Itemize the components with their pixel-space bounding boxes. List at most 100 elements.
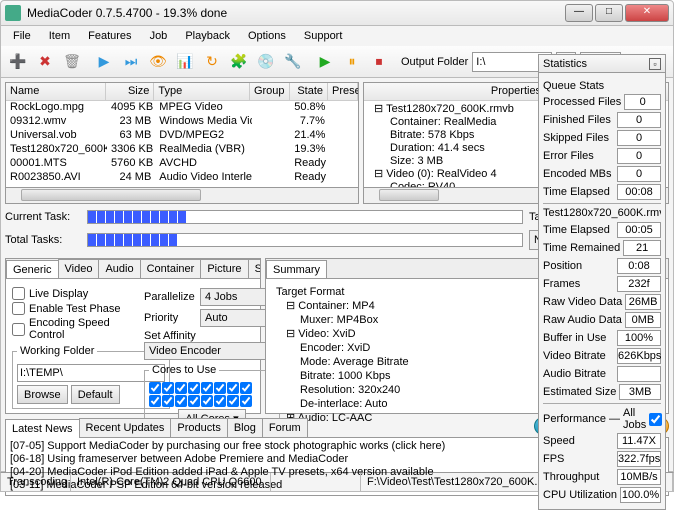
- rad-value: 0MB: [625, 312, 661, 328]
- refresh-icon[interactable]: ↻: [199, 49, 225, 75]
- core-checkbox[interactable]: [188, 382, 200, 394]
- skip-icon[interactable]: ⏭: [118, 49, 144, 75]
- core-checkbox[interactable]: [201, 382, 213, 394]
- core-checkbox[interactable]: [214, 382, 226, 394]
- col-group[interactable]: Group: [250, 83, 290, 100]
- settings-tabs: Generic Video Audio Container Picture So…: [5, 258, 261, 414]
- tab-recent-updates[interactable]: Recent Updates: [79, 418, 172, 437]
- core-checkbox[interactable]: [175, 382, 187, 394]
- tab-latest-news[interactable]: Latest News: [5, 419, 80, 438]
- menu-playback[interactable]: Playback: [177, 28, 238, 44]
- core-checkbox[interactable]: [188, 395, 200, 407]
- start-icon[interactable]: ▶: [312, 49, 338, 75]
- elapsed2-value: 00:05: [617, 222, 661, 238]
- table-row[interactable]: 00001.MTS5760 KBAVCHDReady: [6, 157, 358, 171]
- tab-container[interactable]: Container: [140, 259, 202, 278]
- speed-value: 11.47X: [617, 433, 661, 449]
- core-checkbox[interactable]: [175, 395, 187, 407]
- clear-icon[interactable]: 🗑: [59, 49, 85, 75]
- current-task-bar: [87, 210, 523, 224]
- stats-menu-button[interactable]: ▫: [649, 58, 661, 70]
- core-checkbox[interactable]: [227, 395, 239, 407]
- menu-item[interactable]: Item: [41, 28, 78, 44]
- file-list-scrollbar[interactable]: [5, 188, 359, 204]
- chart-icon[interactable]: 📊: [172, 49, 198, 75]
- browse-button[interactable]: Browse: [17, 385, 68, 404]
- core-checkbox[interactable]: [201, 395, 213, 407]
- live-display-checkbox[interactable]: [12, 287, 25, 300]
- esize-value: 3MB: [619, 384, 661, 400]
- add-icon[interactable]: ➕: [5, 49, 31, 75]
- core-checkbox[interactable]: [240, 395, 252, 407]
- table-row[interactable]: R0023850.AVI24 MBAudio Video InterleaveR…: [6, 171, 358, 185]
- rvd-value: 26MB: [625, 294, 661, 310]
- file-list[interactable]: Name Size Type Group State Prese RockLog…: [5, 82, 359, 188]
- tab-audio[interactable]: Audio: [98, 259, 140, 278]
- window-title: MediaCoder 0.7.5.4700 - 19.3% done: [27, 6, 565, 20]
- col-state[interactable]: State: [290, 83, 329, 100]
- tab-forum[interactable]: Forum: [262, 418, 308, 437]
- core-checkbox[interactable]: [149, 382, 161, 394]
- processed-value: 0: [624, 94, 661, 110]
- default-button[interactable]: Default: [71, 385, 120, 404]
- table-row[interactable]: 09312.wmv23 MBWindows Media Video7.7%: [6, 115, 358, 129]
- core-checkbox[interactable]: [240, 382, 252, 394]
- close-button[interactable]: ✕: [625, 4, 669, 22]
- menu-features[interactable]: Features: [80, 28, 139, 44]
- file-list-header: Name Size Type Group State Prese: [6, 83, 358, 101]
- vbit-value: 626Kbps: [617, 348, 661, 364]
- tab-blog[interactable]: Blog: [227, 418, 263, 437]
- core-checkbox[interactable]: [214, 395, 226, 407]
- col-type[interactable]: Type: [154, 83, 250, 100]
- position-value: 0:08: [617, 258, 661, 274]
- speed-control-checkbox[interactable]: [12, 323, 25, 336]
- tab-products[interactable]: Products: [170, 418, 227, 437]
- total-tasks-bar: [87, 233, 523, 247]
- minimize-button[interactable]: —: [565, 4, 593, 22]
- app-icon: [5, 5, 21, 21]
- table-row[interactable]: Test1280x720_600K.rmvb3306 KBRealMedia (…: [6, 143, 358, 157]
- elapsed-value: 00:08: [617, 184, 661, 200]
- error-value: 0: [617, 148, 661, 164]
- core-checkbox[interactable]: [162, 395, 174, 407]
- wrench-icon[interactable]: 🔧: [280, 49, 306, 75]
- working-folder-input[interactable]: [17, 364, 165, 382]
- frames-value: 232f: [617, 276, 661, 292]
- menu-options[interactable]: Options: [240, 28, 294, 44]
- col-size[interactable]: Size: [106, 83, 154, 100]
- status-state: Transcoding: [1, 473, 71, 491]
- menu-support[interactable]: Support: [296, 28, 351, 44]
- menubar: File Item Features Job Playback Options …: [0, 26, 674, 46]
- current-task-label: Current Task:: [5, 211, 81, 223]
- table-row[interactable]: Universal.vob63 MBDVD/MPEG221.4%: [6, 129, 358, 143]
- col-name[interactable]: Name: [6, 83, 106, 100]
- col-preset[interactable]: Prese: [328, 83, 358, 100]
- core-checkbox[interactable]: [162, 382, 174, 394]
- pause-icon[interactable]: ⏸: [339, 49, 365, 75]
- status-cpu: Intel(R) Core(TM)2 Quad CPU Q6600: [71, 473, 271, 491]
- tab-sound[interactable]: Sound: [248, 259, 260, 278]
- remove-icon[interactable]: ✖: [32, 49, 58, 75]
- tab-video[interactable]: Video: [58, 259, 100, 278]
- play-icon[interactable]: ▶: [91, 49, 117, 75]
- table-row[interactable]: RockLogo.mpg4095 KBMPEG Video50.8%: [6, 101, 358, 115]
- preview-icon[interactable]: 👁: [145, 49, 171, 75]
- tab-picture[interactable]: Picture: [200, 259, 248, 278]
- finished-value: 0: [617, 112, 661, 128]
- core-checkbox[interactable]: [149, 395, 161, 407]
- test-phase-checkbox[interactable]: [12, 302, 25, 315]
- throughput-value: 10MB/s: [617, 469, 661, 485]
- stop-icon[interactable]: ⏹: [366, 49, 392, 75]
- statistics-panel: Statistics▫ Queue Stats Processed Files0…: [538, 54, 666, 510]
- menu-job[interactable]: Job: [142, 28, 176, 44]
- encmb-value: 0: [617, 166, 661, 182]
- maximize-button[interactable]: □: [595, 4, 623, 22]
- tab-generic[interactable]: Generic: [6, 260, 59, 279]
- core-checkbox[interactable]: [227, 382, 239, 394]
- disc-icon[interactable]: 💿: [253, 49, 279, 75]
- tab-summary[interactable]: Summary: [266, 260, 327, 279]
- affinity-select[interactable]: Video Encoder: [144, 342, 280, 360]
- plugin-icon[interactable]: 🧩: [226, 49, 252, 75]
- all-jobs-checkbox[interactable]: [649, 413, 662, 426]
- menu-file[interactable]: File: [5, 28, 39, 44]
